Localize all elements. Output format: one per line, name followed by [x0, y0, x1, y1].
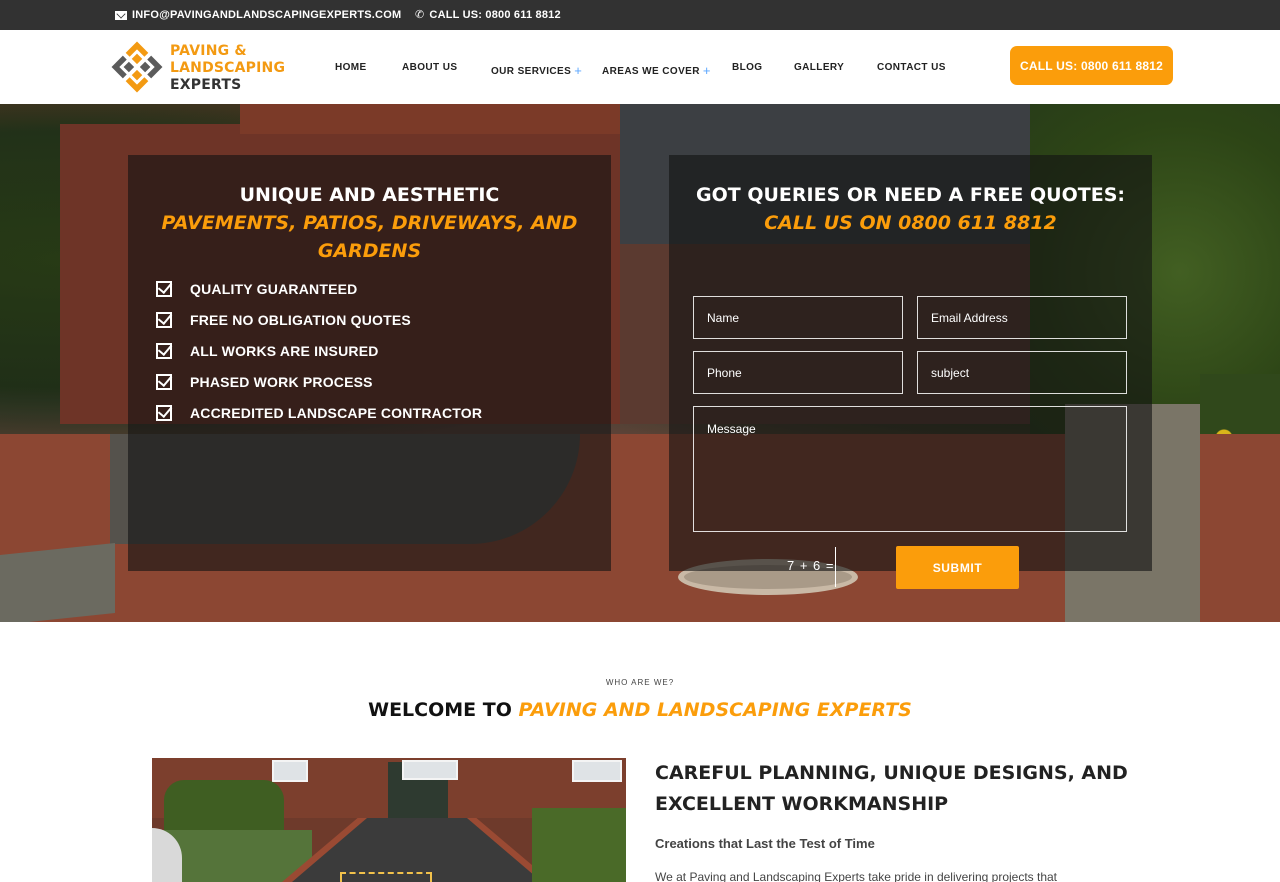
nav-about-label: ABOUT US — [402, 62, 458, 73]
about-heading-line2: EXCELLENT WORKMANSHIP — [655, 793, 949, 815]
topbar-email[interactable]: INFO@PAVINGANDLANDSCAPINGEXPERTS.COM — [132, 9, 401, 21]
hero-features-panel: UNIQUE AND AESTHETIC PAVEMENTS, PATIOS, … — [128, 155, 611, 571]
captcha-question: 7 + 6 = — [787, 558, 835, 573]
feature-item: ALL WORKS ARE INSURED — [156, 335, 482, 366]
feature-text: ACCREDITED LANDSCAPE CONTRACTOR — [190, 404, 483, 421]
checkbox-icon — [156, 373, 172, 390]
welcome-title-orange: PAVING AND LANDSCAPING EXPERTS — [518, 699, 912, 721]
hero-left-title-line3: GARDENS — [317, 240, 422, 262]
logo-line3: EXPERTS — [170, 77, 242, 93]
feature-item: PHASED WORK PROCESS — [156, 366, 482, 397]
about-heading: CAREFUL PLANNING, UNIQUE DESIGNS, AND EX… — [655, 758, 1135, 820]
logo-line2: LANDSCAPING — [170, 60, 286, 76]
plus-icon: + — [574, 63, 583, 78]
logo-text: PAVING & LANDSCAPING EXPERTS — [170, 43, 285, 94]
hero-left-title-line1: UNIQUE AND AESTHETIC — [239, 184, 500, 206]
nav-blog-label: BLOG — [732, 62, 763, 73]
message-field[interactable] — [693, 406, 1127, 532]
section-eyebrow: WHO ARE WE? — [605, 678, 675, 687]
about-paragraph: We at Paving and Landscaping Experts tak… — [655, 870, 1058, 882]
logo-line1: PAVING & — [170, 43, 247, 59]
about-heading-line1: CAREFUL PLANNING, UNIQUE DESIGNS, AND — [655, 762, 1128, 784]
feature-item: ACCREDITED LANDSCAPE CONTRACTOR — [156, 397, 482, 428]
photo-hedge — [532, 808, 626, 882]
nav-contact-label: CONTACT US — [877, 62, 946, 73]
feature-text: QUALITY GUARANTEED — [190, 280, 358, 297]
hero-bg-stone — [0, 542, 115, 622]
driveway-photo — [152, 758, 626, 882]
feature-item: QUALITY GUARANTEED — [156, 273, 482, 304]
logo-icon — [111, 41, 163, 93]
name-field[interactable] — [693, 296, 903, 339]
topbar-phone-link[interactable]: ✆ CALL US: 0800 611 8812 — [415, 9, 561, 21]
nav-contact-us[interactable]: CONTACT US — [877, 62, 946, 73]
hero-right-title-line1: GOT QUERIES OR NEED A FREE QUOTES: — [696, 184, 1125, 206]
hero-right-title: GOT QUERIES OR NEED A FREE QUOTES: CALL … — [669, 181, 1152, 237]
nav-blog[interactable]: BLOG — [732, 62, 763, 73]
checkbox-icon — [156, 342, 172, 359]
mail-icon — [115, 10, 127, 20]
welcome-title: WELCOME TO PAVING AND LANDSCAPING EXPERT… — [0, 699, 1280, 721]
nav-home[interactable]: HOME — [335, 62, 367, 73]
nav-services-label: OUR SERVICES — [491, 66, 572, 77]
feature-list: QUALITY GUARANTEED FREE NO OBLIGATION QU… — [156, 273, 482, 428]
hero-section: UNIQUE AND AESTHETIC PAVEMENTS, PATIOS, … — [0, 104, 1280, 622]
top-bar: INFO@PAVINGANDLANDSCAPINGEXPERTS.COM ✆ C… — [0, 0, 1280, 30]
nav-our-services[interactable]: OUR SERVICES + — [491, 62, 583, 78]
photo-hedge — [164, 780, 284, 830]
hero-left-title: UNIQUE AND AESTHETIC PAVEMENTS, PATIOS, … — [148, 181, 591, 265]
checkbox-icon — [156, 280, 172, 297]
call-us-button[interactable]: CALL US: 0800 611 8812 — [1010, 46, 1173, 85]
photo-window — [572, 760, 622, 782]
feature-text: PHASED WORK PROCESS — [190, 373, 373, 390]
nav-gallery[interactable]: GALLERY — [794, 62, 844, 73]
subject-field[interactable] — [917, 351, 1127, 394]
phone-icon: ✆ — [415, 8, 425, 21]
photo-marker — [340, 872, 432, 882]
welcome-title-black: WELCOME TO — [368, 699, 519, 721]
topbar-phone[interactable]: CALL US: 0800 611 8812 — [429, 9, 560, 21]
checkbox-icon — [156, 404, 172, 421]
site-header: PAVING & LANDSCAPING EXPERTS HOME ABOUT … — [0, 30, 1280, 104]
quote-form-panel: GOT QUERIES OR NEED A FREE QUOTES: CALL … — [669, 155, 1152, 589]
photo-window — [402, 760, 458, 780]
logo[interactable]: PAVING & LANDSCAPING EXPERTS — [110, 38, 295, 96]
nav-about-us[interactable]: ABOUT US — [402, 62, 457, 73]
plus-icon: + — [702, 63, 711, 78]
nav-home-label: HOME — [335, 62, 367, 73]
nav-gallery-label: GALLERY — [794, 62, 845, 73]
hero-left-title-line2: PAVEMENTS, PATIOS, DRIVEWAYS, AND — [161, 212, 578, 234]
feature-text: FREE NO OBLIGATION QUOTES — [190, 311, 411, 328]
topbar-email-link[interactable]: INFO@PAVINGANDLANDSCAPINGEXPERTS.COM — [115, 9, 401, 21]
about-subheading: Creations that Last the Test of Time — [655, 836, 875, 851]
phone-field[interactable] — [693, 351, 903, 394]
captcha-input[interactable] — [835, 547, 837, 587]
nav-areas-we-cover[interactable]: AREAS WE COVER + — [602, 62, 711, 78]
nav-areas-label: AREAS WE COVER — [602, 66, 700, 77]
feature-item: FREE NO OBLIGATION QUOTES — [156, 304, 482, 335]
feature-text: ALL WORKS ARE INSURED — [190, 342, 379, 359]
submit-button[interactable]: SUBMIT — [896, 546, 1019, 589]
email-field[interactable] — [917, 296, 1127, 339]
checkbox-icon — [156, 311, 172, 328]
photo-window — [272, 760, 308, 782]
hero-right-title-line2: CALL US ON 0800 611 8812 — [764, 212, 1057, 234]
